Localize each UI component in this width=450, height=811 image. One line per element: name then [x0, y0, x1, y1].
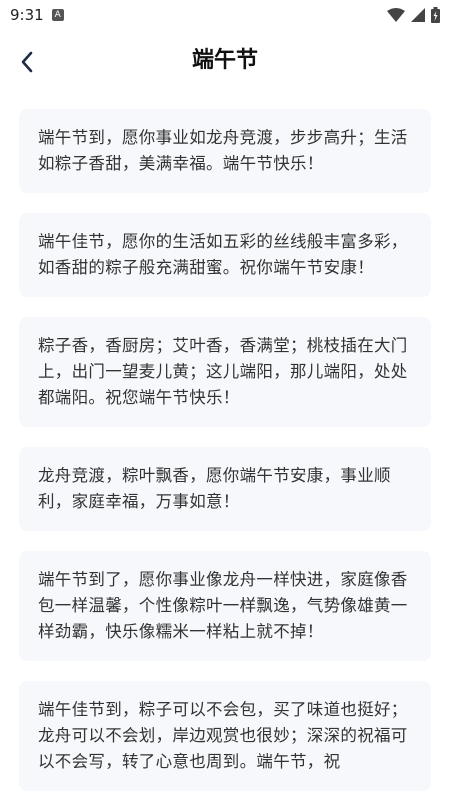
greeting-card[interactable]: 粽子香，香厨房；艾叶香，香满堂；桃枝插在大门上，出门一望麦儿黄；这儿端阳，那儿端…: [19, 317, 431, 427]
status-time: 9:31: [10, 6, 44, 24]
battery-icon: [431, 7, 440, 23]
greeting-card[interactable]: 端午佳节，愿你的生活如五彩的丝线般丰富多彩，如香甜的粽子般充满甜蜜。祝你端午节安…: [19, 213, 431, 297]
wifi-icon: [387, 8, 405, 22]
signal-icon: [411, 8, 425, 22]
greeting-list: 端午节到，愿你事业如龙舟竞渡，步步高升；生活如粽子香甜，美满幸福。端午节快乐！ …: [19, 109, 431, 811]
status-bar: 9:31 A: [0, 0, 450, 30]
greeting-card[interactable]: 端午佳节到，粽子可以不会包，买了味道也挺好；龙舟可以不会划，岸边观赏也很妙；深深…: [19, 681, 431, 791]
greeting-card[interactable]: 端午节到了，愿你事业像龙舟一样快进，家庭像香包一样温馨，个性像粽叶一样飘逸，气势…: [19, 551, 431, 661]
page-title: 端午节: [191, 48, 258, 73]
title-bar: 端午节: [0, 42, 450, 82]
greeting-card[interactable]: 端午节到，愿你事业如龙舟竞渡，步步高升；生活如粽子香甜，美满幸福。端午节快乐！: [19, 109, 431, 193]
notification-badge-icon: A: [51, 9, 64, 21]
greeting-card[interactable]: 龙舟竞渡，粽叶飘香，愿你端午节安康，事业顺利，家庭幸福，万事如意！: [19, 447, 431, 531]
